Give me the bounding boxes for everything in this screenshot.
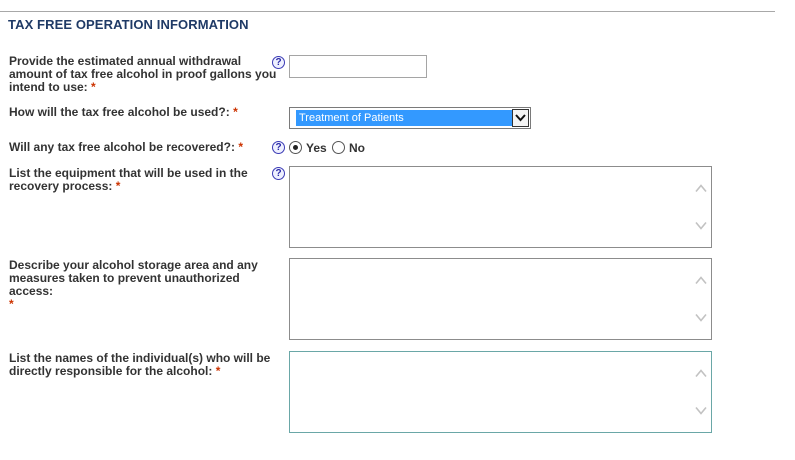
storage-label: Describe your alcohol storage area and a… [9,259,287,311]
required-marker: * [91,80,96,94]
equipment-label: List the equipment that will be used in … [9,167,287,193]
withdrawal-label: Provide the estimated annual withdrawal … [9,55,287,94]
usage-selected-value: Treatment of Patients [296,110,512,126]
help-icon[interactable]: ? [272,56,285,69]
required-marker: * [115,179,121,193]
radio-no[interactable] [332,141,345,154]
responsible-label-text: List the names of the individual(s) who … [9,351,271,378]
responsible-textarea[interactable] [289,351,712,433]
storage-label-text: Describe your alcohol storage area and a… [9,258,258,298]
usage-label-text: How will the tax free alcohol be used?: [9,105,230,119]
required-marker: * [238,140,243,154]
scroll-up-icon[interactable] [695,369,707,378]
section-divider [0,11,775,12]
scroll-down-icon[interactable] [695,221,707,230]
scroll-down-icon[interactable] [695,406,707,415]
recovered-label: Will any tax free alcohol be recovered?:… [9,141,287,154]
equipment-label-text: List the equipment that will be used in … [9,166,248,193]
required-marker: * [233,105,238,119]
section-title: TAX FREE OPERATION INFORMATION [8,17,249,32]
required-marker: * [215,364,221,378]
chevron-down-icon[interactable] [512,109,529,127]
help-icon[interactable]: ? [272,141,285,154]
radio-yes[interactable] [289,141,302,154]
tax-free-operation-form: TAX FREE OPERATION INFORMATION Provide t… [0,0,795,460]
recovered-label-text: Will any tax free alcohol be recovered?: [9,140,235,154]
withdrawal-label-text: Provide the estimated annual withdrawal … [9,54,277,94]
help-icon[interactable]: ? [272,167,285,180]
scroll-up-icon[interactable] [695,276,707,285]
storage-textarea[interactable] [289,258,712,340]
withdrawal-amount-input[interactable] [289,55,427,78]
required-marker: * [9,297,14,311]
equipment-textarea[interactable] [289,166,712,248]
radio-yes-label: Yes [306,141,327,155]
scroll-up-icon[interactable] [695,184,707,193]
usage-select[interactable]: Treatment of Patients [289,107,531,129]
usage-label: How will the tax free alcohol be used?: … [9,106,287,119]
responsible-label: List the names of the individual(s) who … [9,352,287,378]
scroll-down-icon[interactable] [695,313,707,322]
radio-no-label: No [349,141,365,155]
